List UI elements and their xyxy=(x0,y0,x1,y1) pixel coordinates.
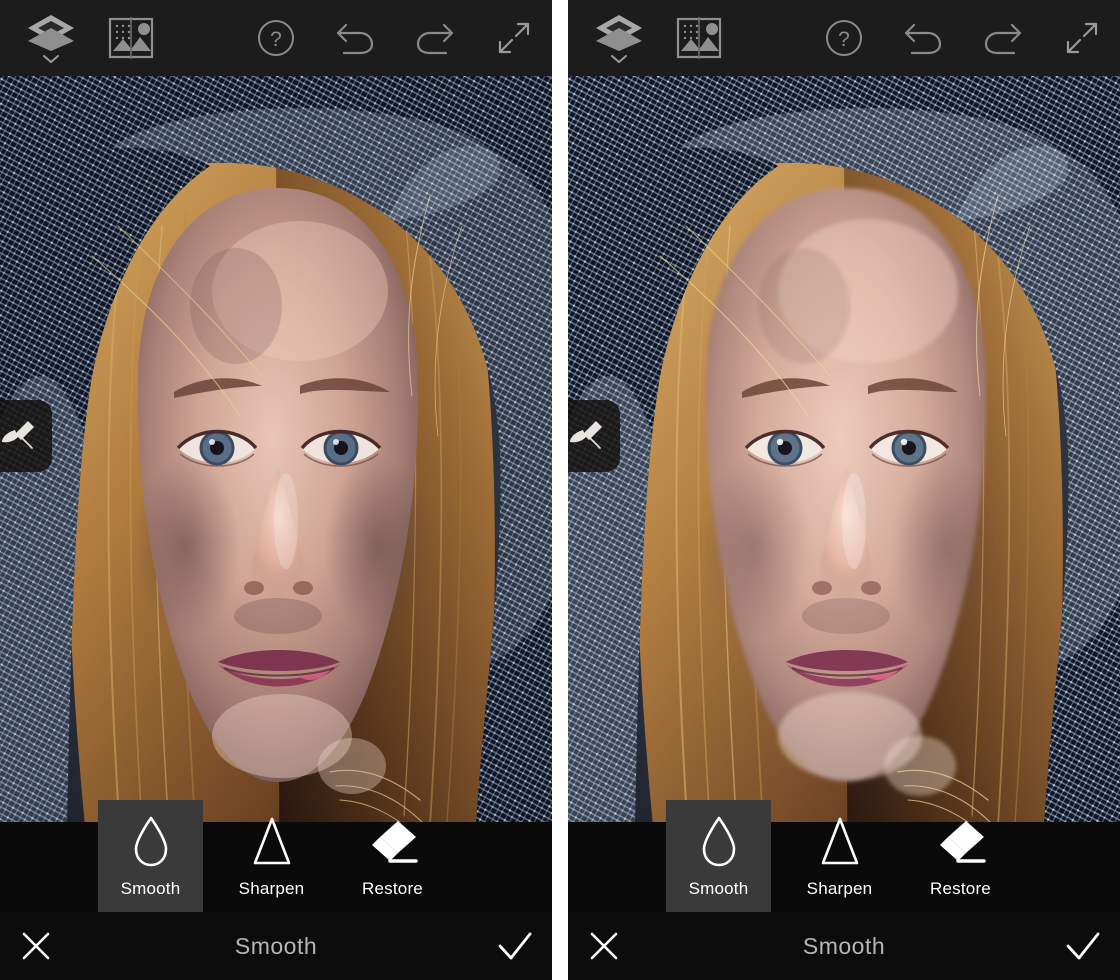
bottom-bar-title: Smooth xyxy=(234,932,318,959)
brush-settings-button[interactable] xyxy=(0,400,52,472)
help-icon: ? xyxy=(258,20,294,56)
tool-restore-label: Restore xyxy=(930,879,991,898)
help-icon: ? xyxy=(826,20,862,56)
redo-icon xyxy=(416,23,454,55)
confirm-button[interactable] xyxy=(492,924,538,968)
tool-smooth-label: Smooth xyxy=(688,879,749,898)
brush-settings-button[interactable] xyxy=(568,400,620,472)
top-toolbar-right-group-after: ? xyxy=(824,0,1102,76)
top-toolbar-left-group-after xyxy=(592,0,722,76)
top-toolbar-left-group xyxy=(24,0,154,76)
layers-button[interactable] xyxy=(592,12,646,64)
layers-icon xyxy=(596,15,642,51)
bottom-bar-after: Smooth xyxy=(568,912,1120,980)
close-x-icon xyxy=(590,932,618,960)
brush-icon xyxy=(570,421,602,449)
chevron-down-icon xyxy=(611,55,627,64)
eraser-icon xyxy=(366,813,420,869)
undo-icon xyxy=(336,23,374,55)
layers-icon xyxy=(28,15,74,51)
svg-text:?: ? xyxy=(270,28,282,51)
expand-icon xyxy=(1066,22,1098,54)
triangle-icon xyxy=(249,813,295,869)
cancel-button[interactable] xyxy=(14,924,58,968)
brush-icon xyxy=(2,421,34,449)
tool-restore-label: Restore xyxy=(362,879,423,898)
droplet-icon xyxy=(128,813,174,869)
compare-button[interactable] xyxy=(108,17,154,59)
redo-button[interactable] xyxy=(414,19,456,57)
undo-icon xyxy=(904,23,942,55)
tool-restore[interactable]: Restore xyxy=(340,800,445,912)
close-x-icon xyxy=(22,932,50,960)
undo-button[interactable] xyxy=(334,19,376,57)
chevron-down-icon xyxy=(43,55,59,64)
compare-button[interactable] xyxy=(676,17,722,59)
checkmark-icon xyxy=(498,932,532,960)
eraser-icon xyxy=(934,813,988,869)
tool-smooth[interactable]: Smooth xyxy=(666,800,771,912)
help-button[interactable]: ? xyxy=(824,18,864,58)
undo-button[interactable] xyxy=(902,19,944,57)
tool-sharpen[interactable]: Sharpen xyxy=(787,800,892,912)
checkmark-icon xyxy=(1066,932,1100,960)
top-toolbar-after: ? xyxy=(568,0,1120,76)
redo-icon xyxy=(984,23,1022,55)
svg-text:?: ? xyxy=(838,28,850,51)
bottom-bar-title: Smooth xyxy=(802,932,886,959)
tool-sharpen[interactable]: Sharpen xyxy=(219,800,324,912)
top-toolbar-before: ? xyxy=(0,0,552,76)
expand-icon xyxy=(498,22,530,54)
tool-strip-after: Smooth Sharpen Restore xyxy=(568,800,1120,912)
after-panel: ? Smooth Sharpen Restore Smooth xyxy=(568,0,1120,980)
expand-button[interactable] xyxy=(494,18,534,58)
tool-sharpen-label: Sharpen xyxy=(238,879,305,898)
compare-icon xyxy=(676,17,722,59)
tool-strip-before: Smooth Sharpen Restore xyxy=(0,800,552,912)
before-panel: ? Smooth Sharpen Restore Smooth xyxy=(0,0,552,980)
help-button[interactable]: ? xyxy=(256,18,296,58)
cancel-button[interactable] xyxy=(582,924,626,968)
layers-button[interactable] xyxy=(24,12,78,64)
confirm-button[interactable] xyxy=(1060,924,1106,968)
tool-sharpen-label: Sharpen xyxy=(806,879,873,898)
app-root: ? Smooth Sharpen Restore Smooth ? Smooth… xyxy=(0,0,1120,980)
tool-smooth-label: Smooth xyxy=(120,879,181,898)
tool-restore[interactable]: Restore xyxy=(908,800,1013,912)
triangle-icon xyxy=(817,813,863,869)
expand-button[interactable] xyxy=(1062,18,1102,58)
tool-smooth[interactable]: Smooth xyxy=(98,800,203,912)
droplet-icon xyxy=(696,813,742,869)
top-toolbar-right-group: ? xyxy=(256,0,534,76)
bottom-bar-before: Smooth xyxy=(0,912,552,980)
redo-button[interactable] xyxy=(982,19,1024,57)
compare-icon xyxy=(108,17,154,59)
